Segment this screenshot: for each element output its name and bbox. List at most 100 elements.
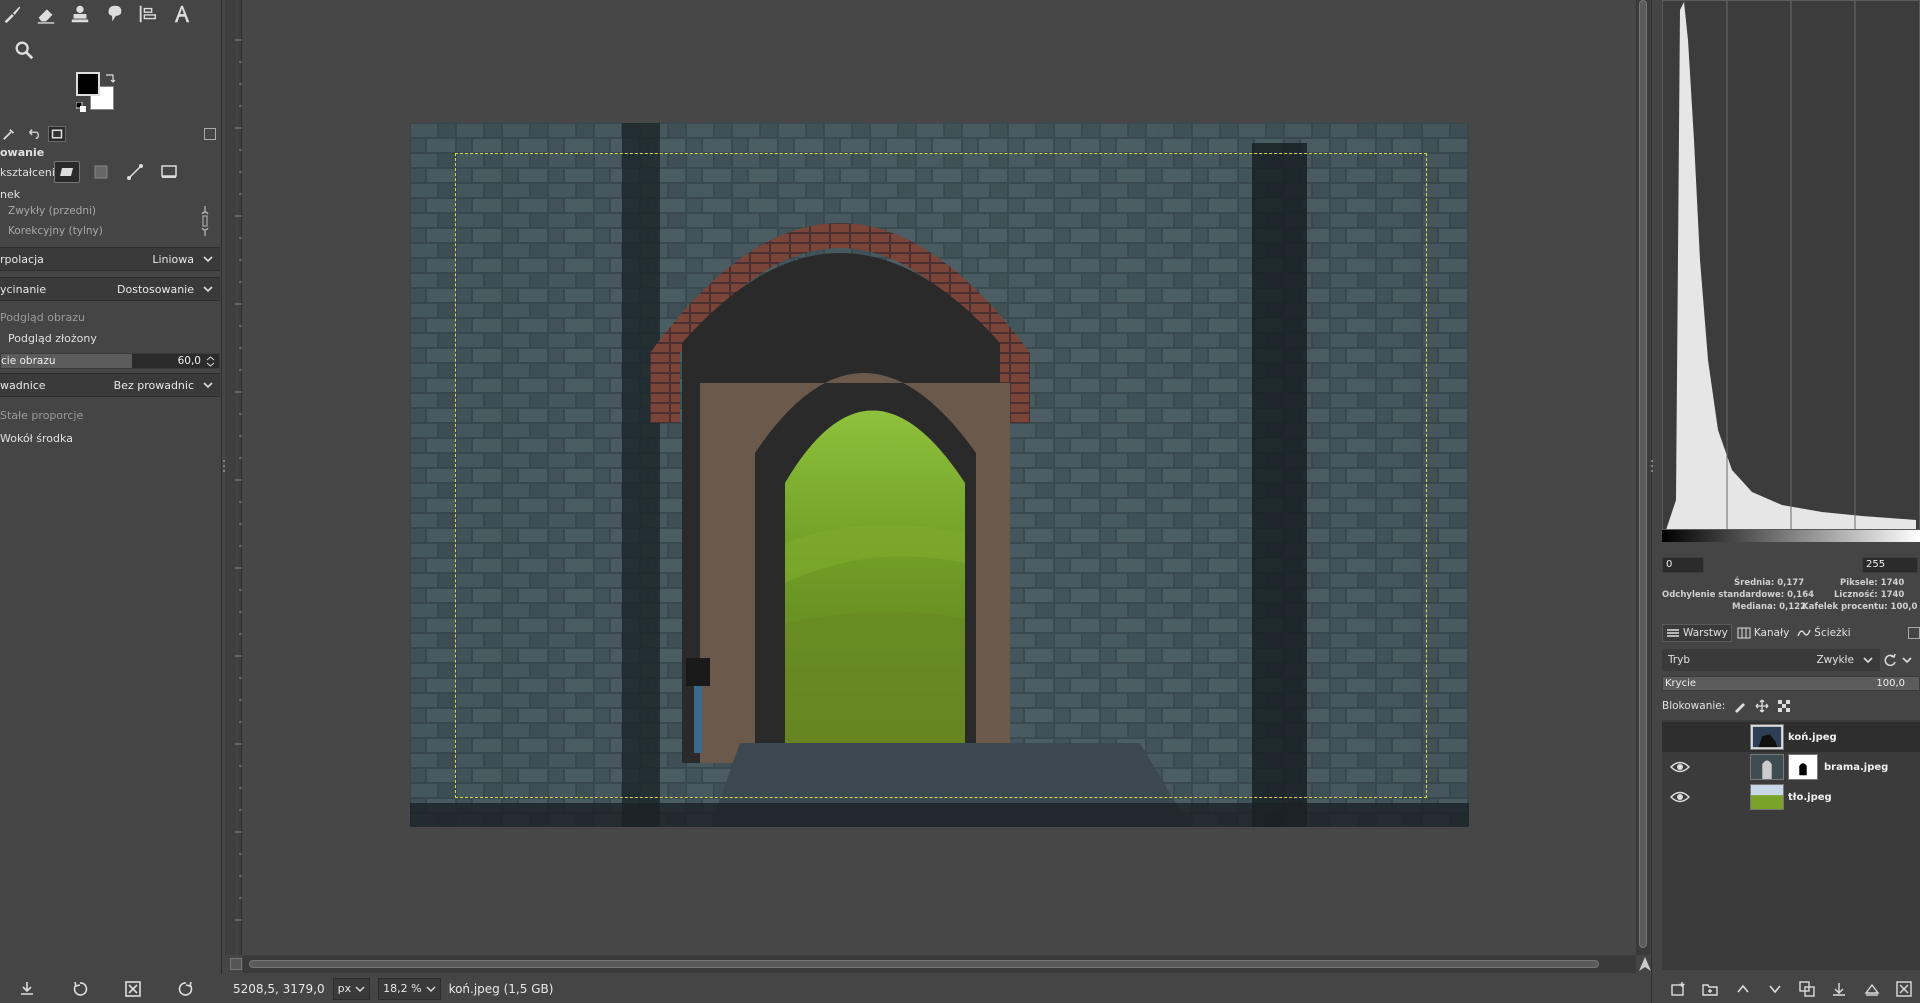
layer-row-kon[interactable]: koń.jpeg (1662, 722, 1920, 752)
new-layer-icon[interactable] (1670, 981, 1686, 997)
tab-paths[interactable]: Ścieżki (1794, 625, 1853, 641)
around-center-checkbox[interactable]: Wokół środka (0, 432, 73, 445)
interpolation-combo[interactable]: rpolacja Liniowa (0, 247, 220, 271)
guides-value: Bez prowadnic (113, 378, 194, 392)
status-bar: 5208,5, 3179,0 px 18,2 % koń.jpeg (1,5 G… (225, 974, 1651, 1003)
direction-corrective-radio[interactable]: Korekcyjny (tylny) (0, 225, 103, 237)
archway-photo (410, 123, 1469, 827)
quick-mask-toggle[interactable] (230, 958, 242, 970)
pixels-label: Piksele: (1840, 578, 1878, 588)
vertical-ruler[interactable] (225, 0, 242, 955)
chevron-down-icon (1863, 657, 1873, 664)
chevron-down-icon (1902, 657, 1912, 664)
composite-preview-checkbox[interactable]: Podgląd złożony (8, 332, 97, 345)
mean-label: Średnia: (1734, 578, 1775, 588)
histogram-gradient[interactable] (1662, 530, 1920, 542)
delete-layer-icon[interactable] (1896, 980, 1912, 997)
lock-position-icon[interactable] (1755, 699, 1769, 713)
histogram-view[interactable] (1662, 0, 1920, 530)
transform-layer-button[interactable] (54, 161, 80, 183)
percentile-value: 100,0 (1890, 602, 1918, 612)
lock-alpha-icon[interactable] (1777, 699, 1791, 713)
transform-path-button[interactable] (122, 161, 148, 183)
histogram-graph (1662, 0, 1920, 530)
eraser-icon[interactable] (34, 2, 58, 26)
text-icon[interactable] (170, 2, 194, 26)
horizontal-scroll-thumb[interactable] (249, 960, 1599, 968)
tool-options-tab-icon[interactable] (0, 126, 18, 142)
images-tab-icon[interactable] (48, 126, 66, 142)
raise-layer-icon[interactable] (1735, 981, 1751, 997)
guides-label: wadnice (0, 378, 46, 392)
layer-mask-icon[interactable] (1864, 981, 1880, 997)
layer-mask-thumbnail[interactable] (1788, 754, 1818, 780)
eye-icon[interactable] (1670, 760, 1690, 774)
layer-opacity-label: Krycie (1665, 678, 1697, 689)
clipping-combo[interactable]: ycinanie Dostosowanie (0, 277, 220, 301)
paintbrush-icon[interactable] (0, 2, 24, 26)
unit-selector[interactable]: px (332, 977, 371, 1000)
file-info: koń.jpeg (1,5 GB) (448, 981, 554, 996)
layer-mode-combo[interactable]: Tryb Zwykłe (1662, 649, 1880, 671)
chain-link-icon[interactable] (200, 204, 210, 238)
undo-history-tab-icon[interactable] (24, 126, 42, 142)
reset-mode-icon (1884, 653, 1896, 667)
transform-image-button[interactable] (156, 161, 182, 183)
image-opacity-spinner[interactable]: cie obrazu 60,0 (0, 353, 220, 369)
magnify-icon[interactable] (12, 38, 36, 62)
count-value: 1740 (1880, 590, 1905, 600)
clone-icon[interactable] (68, 2, 92, 26)
range-max-input[interactable]: 255 (1862, 557, 1918, 573)
vertical-scroll-thumb[interactable] (1639, 0, 1647, 948)
layer-opacity-value: 100,0 (1876, 678, 1905, 689)
paths-icon (1797, 629, 1811, 637)
foreground-color-swatch[interactable] (76, 72, 100, 96)
tab-layers[interactable]: Warstwy (1662, 624, 1732, 642)
range-min-input[interactable]: 0 (1662, 557, 1704, 573)
tab-channels[interactable]: Kanały (1734, 625, 1792, 641)
clipping-value: Dostosowanie (117, 282, 194, 296)
smudge-icon[interactable] (102, 2, 126, 26)
duplicate-layer-icon[interactable] (1799, 980, 1815, 997)
count-label: Liczność: (1834, 590, 1878, 600)
zoom-selector[interactable]: 18,2 % (378, 977, 441, 1000)
align-icon[interactable] (136, 2, 160, 26)
restore-preset-icon[interactable] (71, 980, 89, 998)
channels-icon (1737, 627, 1751, 639)
layer-row-tlo[interactable]: tło.jpeg (1662, 782, 1920, 812)
delete-preset-icon[interactable] (124, 980, 142, 998)
constrain-proportions-checkbox[interactable]: Stałe proporcje (0, 409, 83, 422)
layer-row-brama[interactable]: brama.jpeg (1662, 752, 1920, 782)
chevron-down-icon (203, 382, 213, 389)
spinner-arrows-icon[interactable] (206, 356, 215, 367)
dock-menu-button[interactable] (204, 128, 216, 140)
vertical-scrollbar[interactable] (1636, 0, 1650, 955)
swap-colors-icon[interactable] (104, 72, 116, 84)
lock-pixels-icon[interactable] (1733, 699, 1747, 713)
eye-icon[interactable] (1670, 790, 1690, 804)
new-layer-group-icon[interactable] (1702, 981, 1719, 997)
right-dock: 0 255 Średnia: 0,177 Odchylenie standard… (1651, 0, 1920, 1003)
pane-resize-handle[interactable] (1650, 458, 1654, 474)
layer-name: tło.jpeg (1788, 791, 1832, 803)
horizontal-scrollbar[interactable] (243, 955, 1636, 973)
direction-label: nek (0, 188, 21, 201)
reset-colors-icon[interactable] (76, 102, 86, 112)
save-preset-icon[interactable] (18, 980, 36, 998)
direction-normal-radio[interactable]: Zwykły (przedni) (0, 205, 96, 217)
layer-name: brama.jpeg (1824, 761, 1889, 773)
clipping-label: ycinanie (0, 282, 47, 296)
dock-menu-button[interactable] (1908, 627, 1920, 639)
reset-options-icon[interactable] (177, 980, 195, 998)
guides-combo[interactable]: wadnice Bez prowadnic (0, 373, 220, 397)
transform-selection-button[interactable] (88, 161, 114, 183)
direction-corrective-label: Korekcyjny (tylny) (8, 225, 103, 237)
interpolation-value: Liniowa (152, 252, 194, 266)
composite-mode-button[interactable] (1884, 649, 1920, 671)
image-preview-checkbox[interactable]: Podgląd obrazu (0, 311, 85, 324)
lock-label: Blokowanie: (1662, 700, 1726, 712)
merge-layer-icon[interactable] (1831, 981, 1847, 997)
lower-layer-icon[interactable] (1767, 981, 1783, 997)
image-content[interactable] (410, 123, 1469, 827)
layer-opacity-spinner[interactable]: Krycie 100,0 (1662, 676, 1920, 691)
